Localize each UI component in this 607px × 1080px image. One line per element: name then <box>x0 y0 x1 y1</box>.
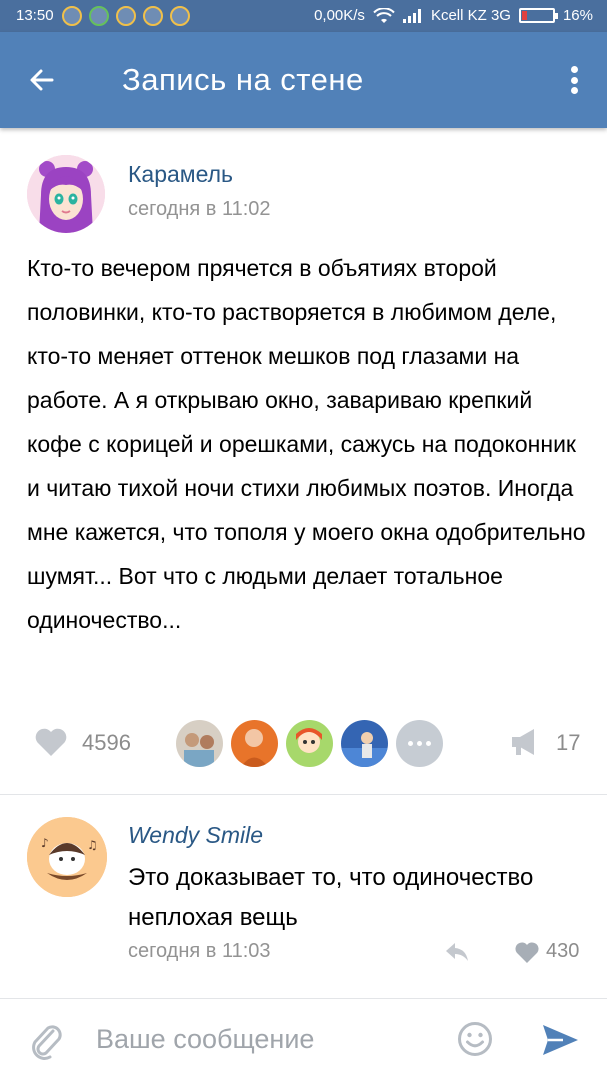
message-composer <box>0 998 607 1080</box>
arrow-left-icon <box>30 69 54 91</box>
app-bar: Запись на стене <box>0 32 607 128</box>
post-author-name[interactable]: Карамель <box>128 161 233 188</box>
comment-author-avatar[interactable]: ♪ ♫ <box>27 817 107 897</box>
notification-icon <box>143 6 163 26</box>
like-count: 4596 <box>82 730 131 755</box>
comment-text: Это доказывает то, что одиночество непло… <box>128 864 534 931</box>
more-likers-button[interactable] <box>396 720 443 767</box>
more-options-button[interactable] <box>567 62 581 98</box>
heart-icon[interactable] <box>514 941 540 964</box>
megaphone-icon[interactable] <box>508 727 542 757</box>
post-time: сегодня в 11:02 <box>128 198 271 220</box>
signal-icon <box>402 8 423 23</box>
smiley-icon[interactable] <box>457 1021 493 1057</box>
avatar-illustration <box>27 155 105 233</box>
notification-icon <box>89 6 109 26</box>
more-vertical-icon <box>570 66 578 73</box>
svg-text:♫: ♫ <box>87 838 98 852</box>
status-right: 0,00K/s Kcell KZ 3G 16% <box>314 7 593 24</box>
ellipsis-icon <box>408 741 413 746</box>
wifi-icon <box>373 7 395 23</box>
comment-like-count: 430 <box>546 940 580 962</box>
notification-icon <box>170 6 190 26</box>
notification-icons <box>62 6 190 26</box>
liker-avatar[interactable] <box>231 720 278 767</box>
svg-text:♪: ♪ <box>41 836 49 850</box>
carrier-name: Kcell KZ 3G <box>430 7 511 24</box>
notification-icon <box>62 6 82 26</box>
back-button[interactable] <box>22 60 62 100</box>
status-time: 13:50 <box>16 7 54 24</box>
share-count: 17 <box>556 730 581 755</box>
post-text: Кто-то вечером прячется в объятиях второ… <box>27 255 586 633</box>
avatar-illustration: ♪ ♫ <box>27 817 107 897</box>
page-title: Запись на стене <box>122 62 364 97</box>
heart-icon[interactable] <box>34 727 68 757</box>
notification-icon <box>116 6 136 26</box>
status-bar: 13:50 0,00K/s Kcell KZ 3G 16% <box>0 0 607 32</box>
send-icon[interactable] <box>541 1023 579 1057</box>
network-speed: 0,00K/s <box>314 7 365 24</box>
liker-avatar[interactable] <box>286 720 333 767</box>
liker-avatar[interactable] <box>341 720 388 767</box>
message-input[interactable] <box>96 1019 426 1059</box>
comment-time: сегодня в 11:03 <box>128 940 271 962</box>
liked-by-list[interactable] <box>176 720 443 767</box>
paperclip-icon[interactable] <box>28 1021 64 1061</box>
battery-icon <box>518 8 558 23</box>
reply-icon[interactable] <box>443 940 471 964</box>
divider <box>0 794 607 795</box>
post-author-avatar[interactable] <box>27 155 105 233</box>
liker-avatar[interactable] <box>176 720 223 767</box>
comment-author-name[interactable]: Wendy Smile <box>128 822 263 849</box>
battery-percent: 16% <box>562 7 593 24</box>
